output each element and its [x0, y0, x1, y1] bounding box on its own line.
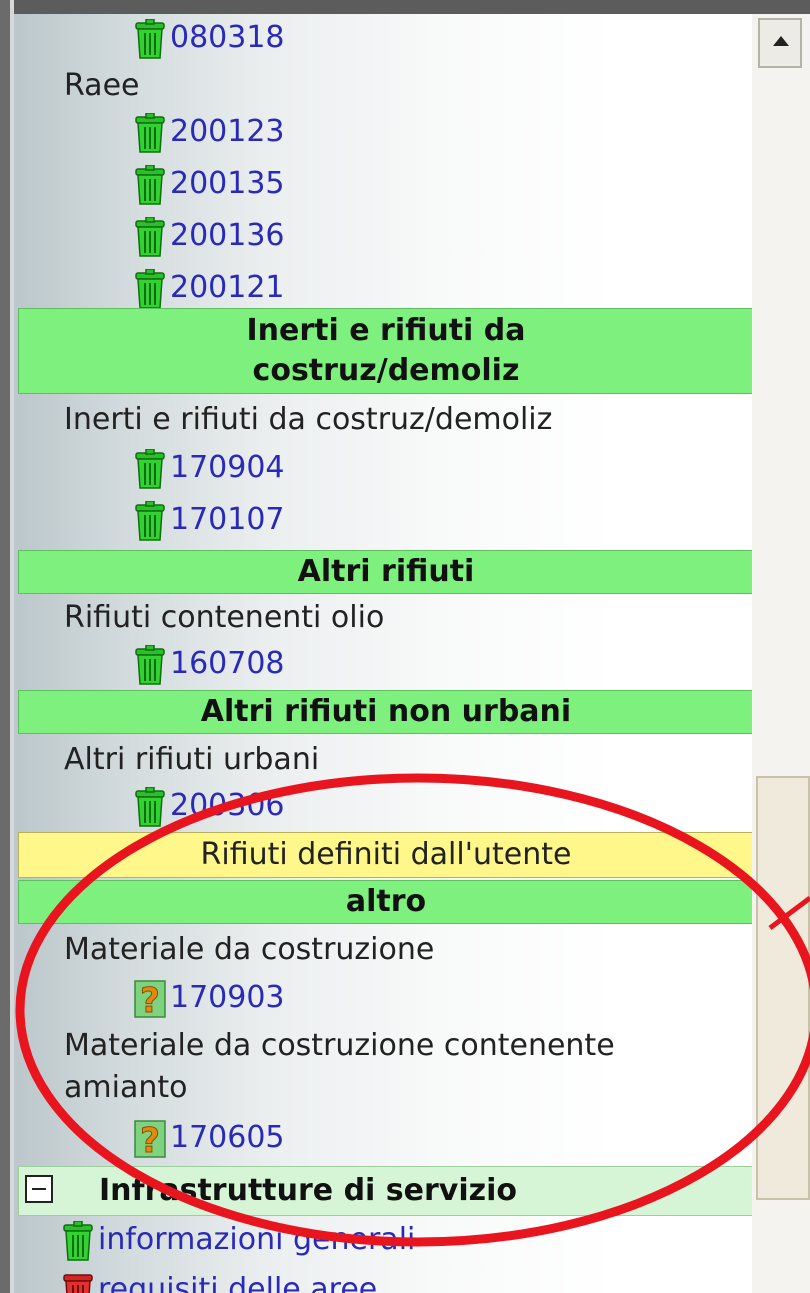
user-defined-header: Rifiuti definiti dall'utente	[18, 832, 752, 878]
scrollbar-thumb[interactable]	[756, 776, 810, 1200]
requisiti-link[interactable]: requisiti delle aree	[98, 1272, 377, 1293]
waste-code-link[interactable]: 200135	[170, 166, 285, 201]
list-item[interactable]: 200136	[134, 212, 285, 260]
question-mark-icon	[134, 1119, 166, 1159]
list-item[interactable]: informazioni generali	[62, 1216, 415, 1264]
group-label-raee: Raee	[64, 68, 140, 103]
trash-bin-green-icon	[134, 165, 166, 205]
list-item[interactable]: requisiti delle aree	[62, 1266, 377, 1293]
trash-bin-green-icon	[134, 269, 166, 309]
list-item[interactable]: 170904	[134, 444, 285, 492]
window-left-border	[0, 0, 10, 1293]
group-label-olio: Rifiuti contenenti olio	[64, 600, 385, 635]
category-header-line: costruz/demoliz	[252, 353, 520, 388]
waste-code-link[interactable]: 200136	[170, 218, 285, 253]
category-header-line: Inerti e rifiuti da	[246, 313, 526, 348]
trash-bin-green-icon	[134, 217, 166, 257]
trash-bin-green-icon	[134, 113, 166, 153]
waste-code-link[interactable]: 170904	[170, 450, 285, 485]
section-header-infrastrutture[interactable]: Infrastrutture di servizio	[18, 1166, 752, 1216]
list-item[interactable]: 080318	[134, 14, 285, 62]
list-item[interactable]: 170903	[134, 974, 285, 1022]
waste-code-link[interactable]: 200121	[170, 270, 285, 305]
group-label-amianto-line2: amianto	[64, 1070, 188, 1105]
waste-code-link[interactable]: 200123	[170, 114, 285, 149]
trash-bin-green-icon	[134, 787, 166, 827]
waste-code-link[interactable]: 170107	[170, 502, 285, 537]
category-header-altri: Altri rifiuti	[18, 550, 752, 594]
trash-bin-red-icon	[62, 1271, 94, 1293]
category-header-altro: altro	[18, 880, 752, 924]
waste-code-link[interactable]: 200306	[170, 788, 285, 823]
trash-bin-green-icon	[134, 449, 166, 489]
category-header-non-urbani: Altri rifiuti non urbani	[18, 690, 752, 734]
trash-bin-green-icon	[134, 645, 166, 685]
waste-code-link[interactable]: 170605	[170, 1120, 285, 1155]
group-label-urbani: Altri rifiuti urbani	[64, 742, 320, 777]
section-title: Infrastrutture di servizio	[99, 1173, 517, 1208]
list-item[interactable]: 170605	[134, 1114, 285, 1162]
scroll-up-arrow-icon[interactable]	[758, 18, 802, 68]
list-item[interactable]: 200135	[134, 160, 285, 208]
window-top-border	[0, 0, 810, 14]
collapse-icon[interactable]	[25, 1175, 53, 1203]
trash-bin-green-icon	[134, 19, 166, 59]
waste-code-link[interactable]: 080318	[170, 20, 285, 55]
group-label-materiale: Materiale da costruzione	[64, 932, 435, 967]
category-header-inerti: Inerti e rifiuti da costruz/demoliz	[18, 308, 752, 394]
trash-bin-green-icon	[134, 501, 166, 541]
list-item[interactable]: 160708	[134, 640, 285, 688]
trash-bin-green-icon	[62, 1221, 94, 1261]
waste-code-link[interactable]: 170903	[170, 980, 285, 1015]
waste-tree-panel: 080318 Raee 200123 200135 200136 200121 …	[14, 14, 752, 1293]
group-label-inerti: Inerti e rifiuti da costruz/demoliz	[64, 402, 553, 437]
list-item[interactable]: 200123	[134, 108, 285, 156]
info-link[interactable]: informazioni generali	[98, 1222, 415, 1257]
list-item[interactable]: 170107	[134, 496, 285, 544]
group-label-amianto-line1: Materiale da costruzione contenente	[64, 1028, 615, 1063]
list-item[interactable]: 200121	[134, 264, 285, 312]
list-item[interactable]: 200306	[134, 782, 285, 830]
question-mark-icon	[134, 979, 166, 1019]
waste-code-link[interactable]: 160708	[170, 646, 285, 681]
